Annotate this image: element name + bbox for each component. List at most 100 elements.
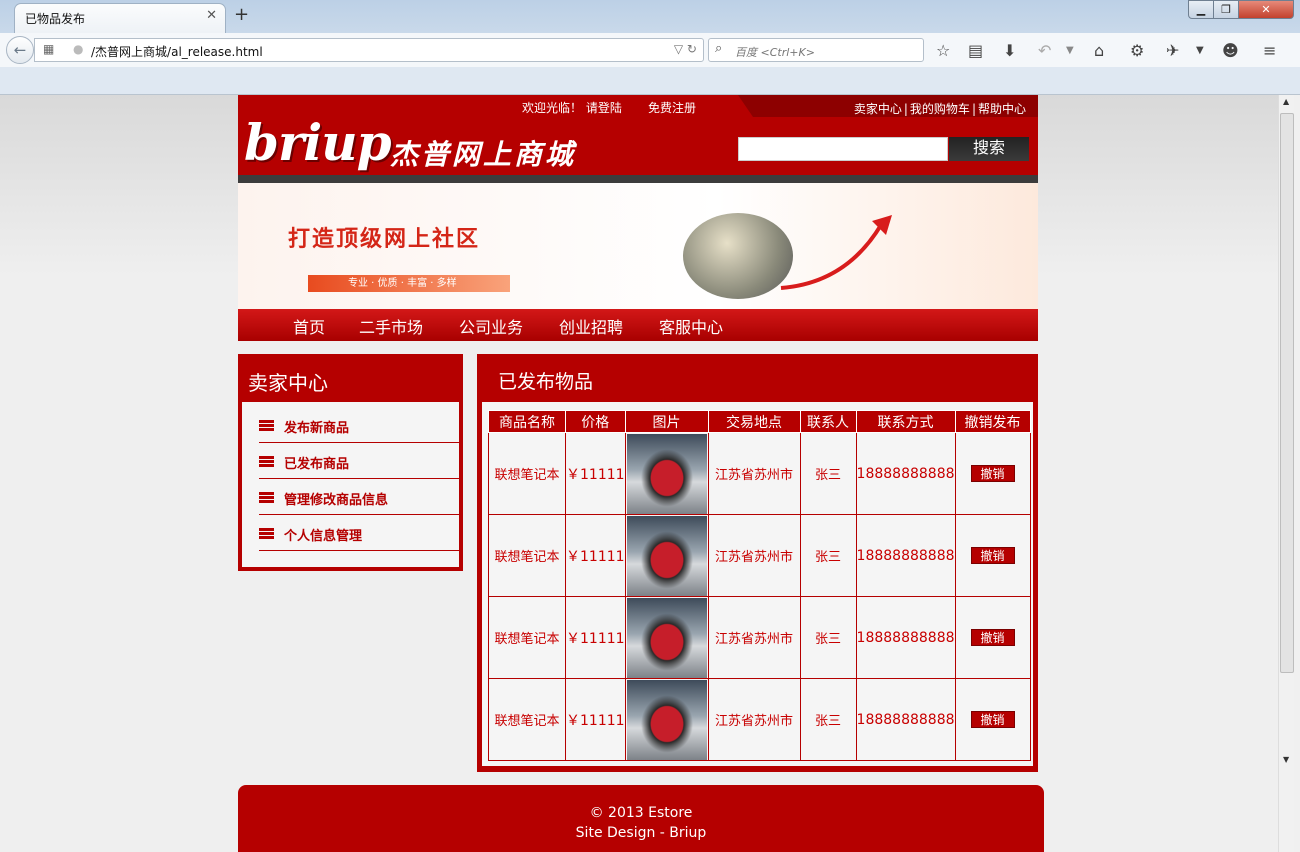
revoke-button[interactable]: 撤销	[970, 711, 1015, 728]
vertical-scrollbar[interactable]: ▲ ▼	[1278, 95, 1294, 852]
register-link[interactable]: 免费注册	[648, 99, 696, 116]
released-items-title: 已发布物品	[498, 371, 594, 393]
back-icon[interactable]: ←	[6, 36, 34, 64]
scroll-down-icon[interactable]: ▼	[1283, 755, 1289, 764]
car-image[interactable]	[626, 679, 707, 760]
item-phone: 18888888888	[855, 678, 956, 761]
search-button[interactable]: 搜索	[949, 137, 1029, 161]
revoke-button[interactable]: 撤销	[970, 629, 1015, 646]
item-location: 江苏省苏州市	[707, 678, 801, 761]
column-header-revoke: 撤销发布	[954, 410, 1031, 433]
page-list-icon[interactable]: ▦	[43, 42, 54, 56]
sidebar-item-label: 个人信息管理	[284, 529, 363, 544]
list-icon	[259, 528, 274, 539]
chat-icon[interactable]: ☻	[1222, 41, 1239, 60]
url-text: /杰普网上商城/al_release.html	[91, 45, 263, 59]
list-icon	[259, 456, 274, 467]
bookmark-star-icon[interactable]: ☆	[936, 41, 950, 60]
item-phone: 18888888888	[855, 596, 956, 679]
item-image-cell	[624, 596, 709, 679]
scrollbar-thumb[interactable]	[1280, 113, 1294, 673]
item-action-cell: 撤销	[954, 596, 1031, 679]
menu-second-hand[interactable]: 二手市场	[359, 314, 423, 338]
menu-recruitment[interactable]: 创业招聘	[559, 314, 623, 338]
revoke-button[interactable]: 撤销	[970, 547, 1015, 564]
search-icon: ⌕	[715, 41, 723, 56]
site-logo[interactable]: briup	[244, 113, 392, 172]
item-location: 江苏省苏州市	[707, 596, 801, 679]
revoke-button[interactable]: 撤销	[970, 465, 1015, 482]
item-contact: 张三	[799, 514, 857, 597]
released-items-panel: 已发布物品 商品名称 价格 图片 交易地点 联系人 联系方式 撤销发布 联想笔记…	[477, 354, 1038, 772]
close-window-button[interactable]: ✕	[1238, 0, 1294, 19]
menu-home[interactable]: 首页	[293, 314, 325, 338]
scroll-up-icon[interactable]: ▲	[1283, 97, 1289, 106]
navigation-bar: ← ▦ ● /杰普网上商城/al_release.html ▽ ↻ ⌕ 百度 <…	[0, 33, 1300, 67]
login-link[interactable]: 欢迎光临！ 请登陆	[522, 99, 622, 116]
car-image[interactable]	[626, 515, 707, 596]
column-header-name: 商品名称	[488, 410, 566, 433]
download-icon[interactable]: ⬇	[1003, 41, 1016, 60]
home-icon[interactable]: ⌂	[1094, 41, 1104, 60]
table-row: 联想笔记本 ￥11111 江苏省苏州市 张三 18888888888 撤销	[488, 432, 1031, 515]
car-image[interactable]	[626, 433, 707, 514]
settings-gear-icon[interactable]: ⚙	[1130, 41, 1144, 60]
reading-list-icon[interactable]: ▤	[968, 41, 983, 60]
sidebar-item-published[interactable]: 已发布商品	[259, 443, 459, 479]
sidebar-item-label: 管理修改商品信息	[284, 493, 389, 508]
item-price: ￥11111	[565, 432, 626, 515]
addon-dropdown-icon[interactable]: ▼	[1196, 45, 1204, 56]
sidebar-item-publish-new[interactable]: 发布新商品	[259, 407, 459, 443]
menu-company-business[interactable]: 公司业务	[459, 314, 523, 338]
url-bar[interactable]: ▦ ● /杰普网上商城/al_release.html ▽ ↻	[34, 38, 704, 62]
tab-title: 已物品发布	[25, 12, 86, 26]
top-link-cart[interactable]: 我的购物车	[908, 102, 972, 116]
menu-hamburger-icon[interactable]: ≡	[1263, 41, 1276, 60]
window-controls: ▁ ❐ ✕	[1188, 0, 1294, 19]
item-contact: 张三	[799, 432, 857, 515]
list-icon	[259, 420, 274, 431]
footer-credit: Site Design - Briup	[575, 825, 707, 841]
item-action-cell: 撤销	[954, 678, 1031, 761]
seller-center-list: 发布新商品 已发布商品 管理修改商品信息 个人信息管理	[242, 402, 459, 567]
undo-icon[interactable]: ↶	[1038, 41, 1051, 60]
car-image[interactable]	[626, 597, 707, 678]
close-tab-icon[interactable]: ✕	[206, 8, 217, 23]
site-search-input[interactable]	[738, 137, 948, 161]
top-link-help[interactable]: 帮助中心	[976, 102, 1028, 116]
item-location: 江苏省苏州市	[707, 514, 801, 597]
banner-title: 打造顶级网上社区	[288, 227, 481, 252]
item-name: 联想笔记本	[488, 514, 566, 597]
restore-window-button[interactable]: ❐	[1213, 0, 1239, 19]
sidebar-item-personal-info[interactable]: 个人信息管理	[259, 515, 459, 551]
search-placeholder: 百度 <Ctrl+K>	[735, 46, 815, 59]
undo-dropdown-icon[interactable]: ▼	[1066, 45, 1074, 56]
minimize-window-button[interactable]: ▁	[1188, 0, 1214, 19]
item-image-cell	[624, 678, 709, 761]
column-header-price: 价格	[565, 410, 626, 433]
top-link-seller-center[interactable]: 卖家中心	[852, 102, 904, 116]
item-price: ￥11111	[565, 596, 626, 679]
item-location: 江苏省苏州市	[707, 432, 801, 515]
item-contact: 张三	[799, 678, 857, 761]
new-tab-icon[interactable]: +	[234, 4, 249, 25]
addon-icon[interactable]: ✈	[1166, 41, 1179, 60]
sidebar-item-manage-goods[interactable]: 管理修改商品信息	[259, 479, 459, 515]
item-phone: 18888888888	[855, 432, 956, 515]
item-image-cell	[624, 432, 709, 515]
sidebar-item-label: 已发布商品	[284, 457, 350, 472]
site-identity-icon[interactable]: ●	[73, 42, 83, 56]
browser-tab[interactable]: 已物品发布 ✕	[14, 3, 226, 33]
browser-search-input[interactable]: ⌕ 百度 <Ctrl+K>	[708, 38, 924, 62]
table-header-row: 商品名称 价格 图片 交易地点 联系人 联系方式 撤销发布	[488, 410, 1031, 433]
reload-icon[interactable]: ▽ ↻	[674, 42, 697, 56]
item-image-cell	[624, 514, 709, 597]
growth-arrow-icon	[780, 215, 892, 290]
sidebar-item-label: 发布新商品	[284, 421, 350, 436]
menu-customer-service[interactable]: 客服中心	[659, 314, 723, 338]
column-header-contact: 联系人	[799, 410, 857, 433]
column-header-location: 交易地点	[707, 410, 801, 433]
table-row: 联想笔记本 ￥11111 江苏省苏州市 张三 18888888888 撤销	[488, 514, 1031, 597]
top-links: 卖家中心 | 我的购物车 | 帮助中心	[852, 102, 1028, 116]
main-menu: 首页 二手市场 公司业务 创业招聘 客服中心	[238, 309, 1038, 341]
